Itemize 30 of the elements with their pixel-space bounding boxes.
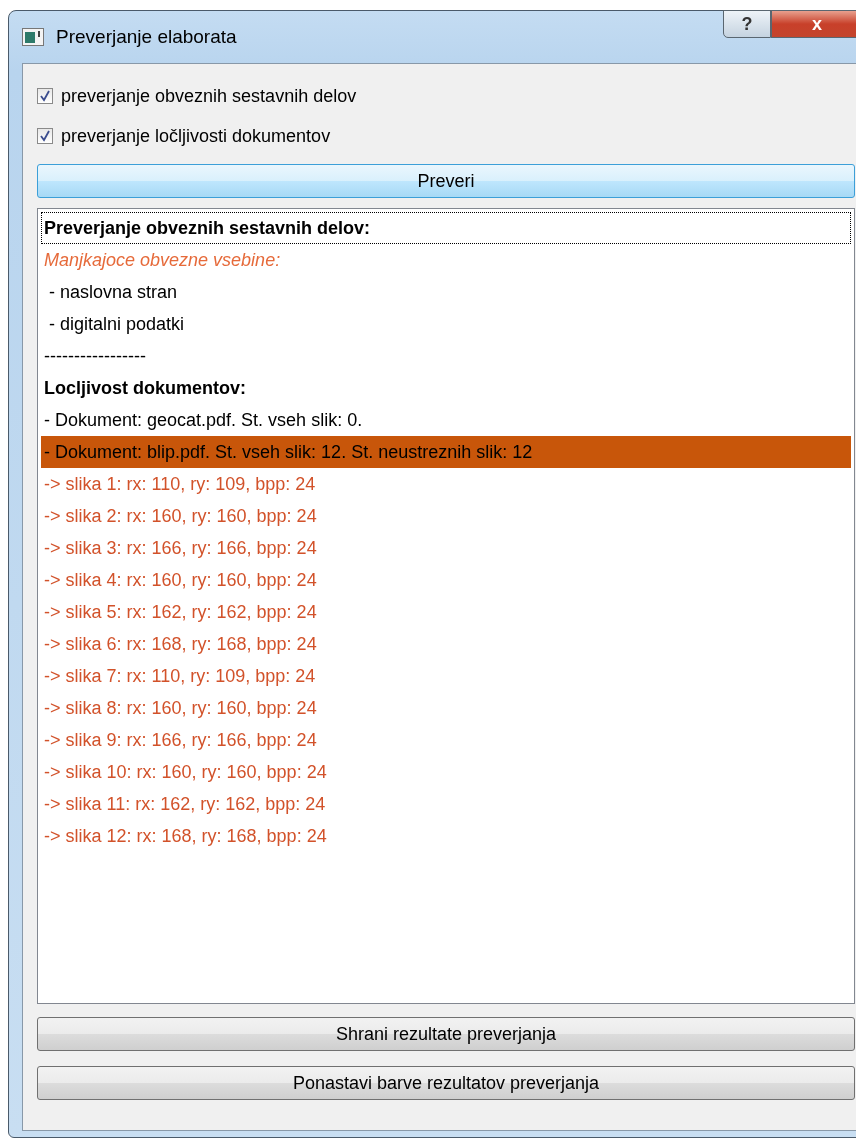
result-error[interactable]: -> slika 10: rx: 160, ry: 160, bpp: 24: [41, 756, 851, 788]
window-title: Preverjanje elaborata: [56, 26, 237, 48]
checkbox-label: preverjanje ločljivosti dokumentov: [61, 125, 331, 147]
help-button[interactable]: ?: [723, 10, 771, 38]
result-error[interactable]: -> slika 9: rx: 166, ry: 166, bpp: 24: [41, 724, 851, 756]
action-button[interactable]: Ponastavi barve rezultatov preverjanja: [37, 1066, 855, 1100]
window-app-icon: [22, 28, 44, 46]
result-error[interactable]: -> slika 6: rx: 168, ry: 168, bpp: 24: [41, 628, 851, 660]
result-error[interactable]: -> slika 2: rx: 160, ry: 160, bpp: 24: [41, 500, 851, 532]
result-line[interactable]: - Dokument: geocat.pdf. St. vseh slik: 0.: [41, 404, 851, 436]
result-heading[interactable]: Locljivost dokumentov:: [41, 372, 851, 404]
result-line[interactable]: - naslovna stran: [41, 276, 851, 308]
result-error[interactable]: -> slika 12: rx: 168, ry: 168, bpp: 24: [41, 820, 851, 852]
result-heading[interactable]: Preverjanje obveznih sestavnih delov:: [41, 212, 851, 244]
result-line[interactable]: -----------------: [41, 340, 851, 372]
result-error[interactable]: -> slika 7: rx: 110, ry: 109, bpp: 24: [41, 660, 851, 692]
result-error[interactable]: -> slika 8: rx: 160, ry: 160, bpp: 24: [41, 692, 851, 724]
checkbox[interactable]: [37, 88, 53, 104]
result-error[interactable]: -> slika 4: rx: 160, ry: 160, bpp: 24: [41, 564, 851, 596]
checkbox[interactable]: [37, 128, 53, 144]
check-button[interactable]: Preveri: [37, 164, 855, 198]
result-error[interactable]: -> slika 5: rx: 162, ry: 162, bpp: 24: [41, 596, 851, 628]
result-error[interactable]: -> slika 11: rx: 162, ry: 162, bpp: 24: [41, 788, 851, 820]
checkbox-label: preverjanje obveznih sestavnih delov: [61, 85, 357, 107]
result-error[interactable]: -> slika 3: rx: 166, ry: 166, bpp: 24: [41, 532, 851, 564]
close-button[interactable]: x: [771, 10, 856, 38]
result-note[interactable]: Manjkajoce obvezne vsebine:: [41, 244, 851, 276]
result-line[interactable]: - digitalni podatki: [41, 308, 851, 340]
result-error[interactable]: -> slika 1: rx: 110, ry: 109, bpp: 24: [41, 468, 851, 500]
action-button[interactable]: Shrani rezultate preverjanja: [37, 1017, 855, 1051]
